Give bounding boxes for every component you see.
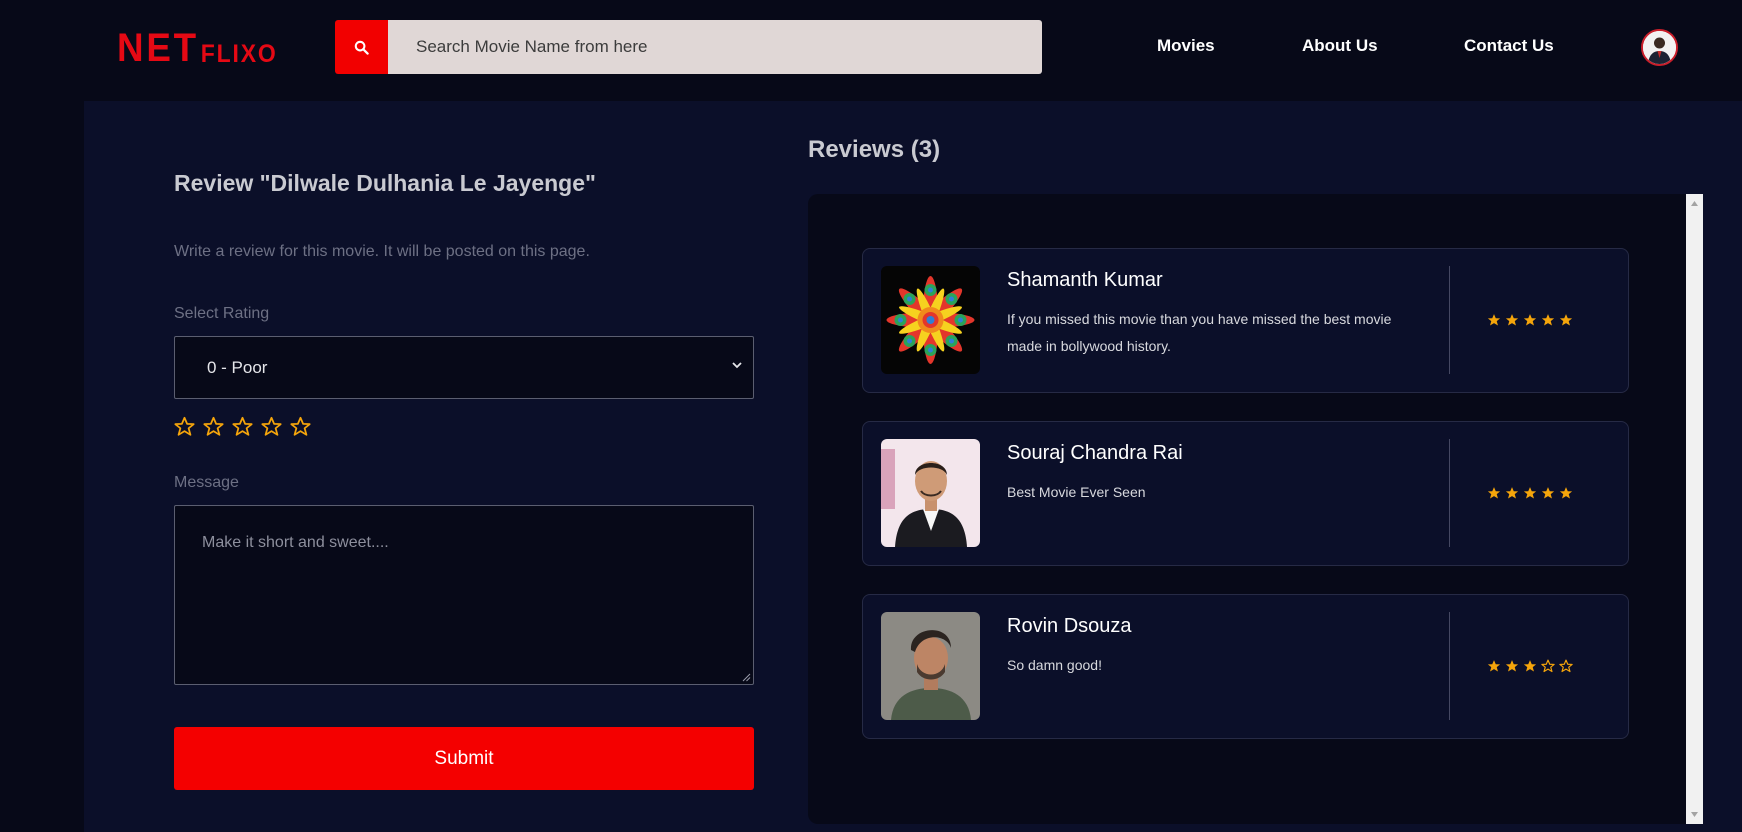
reviewer-name: Shamanth Kumar — [1007, 269, 1163, 291]
card-divider — [1449, 612, 1450, 720]
nav-contact-us[interactable]: Contact Us — [1464, 36, 1554, 56]
star-filled-icon — [1523, 487, 1537, 499]
reviewer-avatar — [881, 266, 980, 374]
man-portrait-photo-icon — [881, 612, 980, 720]
card-divider — [1449, 439, 1450, 547]
star-icon[interactable] — [261, 416, 282, 437]
scroll-up-icon[interactable] — [1690, 200, 1699, 207]
search-bar — [335, 20, 1042, 74]
star-icon[interactable] — [203, 416, 224, 437]
star-icon[interactable] — [232, 416, 253, 437]
review-card: Rovin Dsouza So damn good! — [862, 594, 1629, 739]
reviewer-name: Souraj Chandra Rai — [1007, 442, 1183, 464]
star-filled-icon — [1523, 660, 1537, 672]
rating-stars — [174, 416, 311, 437]
mandala-image-icon — [881, 266, 980, 374]
review-message: If you missed this movie than you have m… — [1007, 311, 1392, 354]
star-filled-icon — [1505, 487, 1519, 499]
star-filled-icon — [1541, 487, 1555, 499]
rating-label: Select Rating — [174, 305, 270, 322]
review-rating — [1487, 313, 1573, 327]
star-filled-icon — [1559, 314, 1573, 326]
star-icon[interactable] — [290, 416, 311, 437]
reviewer-avatar — [881, 612, 980, 720]
rating-select-value: 0 - Poor — [207, 357, 268, 377]
man-in-suit-photo-icon — [881, 439, 980, 547]
star-filled-icon — [1487, 487, 1501, 499]
scroll-down-icon[interactable] — [1690, 811, 1699, 818]
review-message: So damn good! — [1007, 657, 1102, 673]
review-form-subtitle: Write a review for this movie. It will b… — [174, 243, 590, 260]
user-avatar[interactable] — [1641, 29, 1678, 66]
search-input[interactable] — [388, 20, 1042, 74]
star-empty-icon — [1541, 659, 1555, 673]
star-filled-icon — [1487, 660, 1501, 672]
logo-text-small: FLIXO — [200, 40, 278, 68]
user-avatar-icon — [1643, 31, 1676, 64]
review-card: Souraj Chandra Rai Best Movie Ever Seen — [862, 421, 1629, 566]
search-icon — [354, 40, 369, 55]
submit-button[interactable]: Submit — [174, 727, 754, 790]
message-textarea[interactable]: Make it short and sweet.... — [174, 505, 754, 685]
reviews-scrollbar[interactable] — [1686, 194, 1703, 824]
review-card: Shamanth Kumar If you missed this movie … — [862, 248, 1629, 393]
chevron-down-icon — [732, 362, 742, 369]
nav-about-us[interactable]: About Us — [1302, 36, 1378, 56]
reviewer-avatar — [881, 439, 980, 547]
nav-movies[interactable]: Movies — [1157, 36, 1215, 56]
review-rating — [1487, 659, 1573, 673]
top-navbar: NET FLIXO Movies About Us Contact Us — [0, 0, 1742, 96]
resize-grip-icon[interactable] — [742, 673, 751, 682]
star-filled-icon — [1559, 487, 1573, 499]
logo-text-big: NET — [117, 26, 199, 70]
review-form-title: Review "Dilwale Dulhania Le Jayenge" — [174, 170, 596, 196]
star-filled-icon — [1541, 314, 1555, 326]
star-filled-icon — [1523, 314, 1537, 326]
reviews-title: Reviews (3) — [808, 136, 941, 163]
search-button[interactable] — [335, 20, 388, 74]
message-label: Message — [174, 474, 239, 491]
reviewer-name: Rovin Dsouza — [1007, 615, 1132, 637]
star-empty-icon — [1559, 659, 1573, 673]
rating-select[interactable]: 0 - Poor — [174, 336, 754, 399]
card-divider — [1449, 266, 1450, 374]
star-filled-icon — [1505, 314, 1519, 326]
netflixo-logo[interactable]: NET FLIXO — [117, 28, 278, 68]
star-filled-icon — [1505, 660, 1519, 672]
star-icon[interactable] — [174, 416, 195, 437]
star-filled-icon — [1487, 314, 1501, 326]
message-placeholder: Make it short and sweet.... — [202, 534, 389, 551]
review-message: Best Movie Ever Seen — [1007, 484, 1146, 500]
review-rating — [1487, 486, 1573, 500]
